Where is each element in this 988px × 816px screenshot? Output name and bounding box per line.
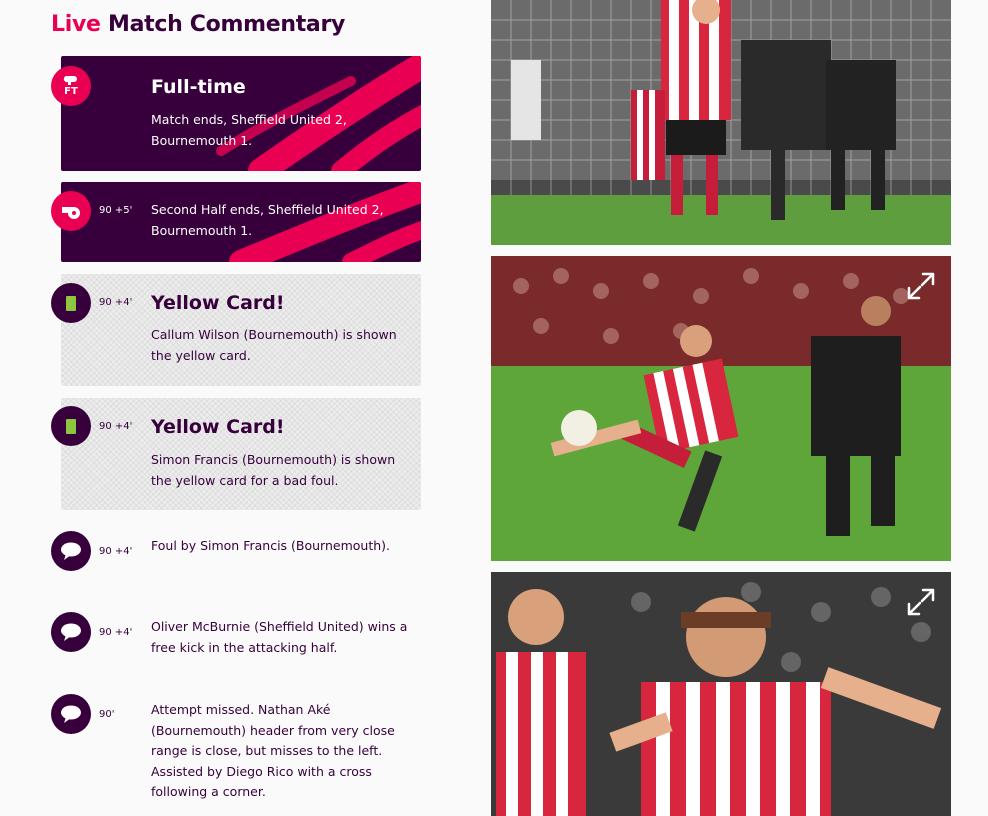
entry-minute: 90' xyxy=(99,709,115,720)
entry-heading: Yellow Card! xyxy=(151,416,285,438)
match-commentary-page: Live Match Commentary FT Full-time Match… xyxy=(0,0,988,816)
goalmouth-photo-image xyxy=(491,0,951,245)
volley-photo-image xyxy=(491,256,951,561)
expand-icon[interactable] xyxy=(905,586,937,618)
yellow-card-icon xyxy=(66,418,76,434)
match-photo-goalmouth[interactable] xyxy=(491,0,951,245)
celebration-photo-image xyxy=(491,572,951,816)
entry-minute: 90 +4' xyxy=(99,627,133,638)
entry-minute: 90 +4' xyxy=(99,297,133,308)
speech-bubble-icon xyxy=(61,705,81,723)
entry-text: Foul by Simon Francis (Bournemouth). xyxy=(151,538,391,553)
yellow-card-icon xyxy=(66,295,76,311)
full-time-whistle-badge: FT xyxy=(51,66,91,106)
title-rest: Match Commentary xyxy=(100,12,346,37)
entry-text: Second Half ends, Sheffield United 2, Bo… xyxy=(151,202,384,238)
entry-minute: 90 +5' xyxy=(99,205,133,216)
whistle-icon xyxy=(63,76,77,85)
entry-text: Attempt missed. Nathan Aké (Bournemouth)… xyxy=(151,702,395,799)
entry-text: Match ends, Sheffield United 2, Bournemo… xyxy=(151,112,347,148)
match-photo-volley[interactable] xyxy=(491,256,951,561)
entry-heading: Yellow Card! xyxy=(151,292,285,314)
speech-bubble-icon xyxy=(61,542,81,560)
yellow-card-badge xyxy=(51,283,91,323)
entry-heading: Full-time xyxy=(151,76,246,98)
entry-text: Callum Wilson (Bournemouth) is shown the… xyxy=(151,327,397,363)
comment-badge xyxy=(51,531,91,571)
whistle-icon xyxy=(62,207,80,219)
entry-minute: 90 +4' xyxy=(99,421,133,432)
yellow-card-badge xyxy=(51,406,91,446)
speech-bubble-icon xyxy=(61,623,81,641)
title-live-word: Live xyxy=(51,12,101,37)
expand-icon[interactable] xyxy=(905,270,937,302)
entry-text: Oliver McBurnie (Sheffield United) wins … xyxy=(151,619,408,655)
comment-badge xyxy=(51,694,91,734)
entry-text: Simon Francis (Bournemouth) is shown the… xyxy=(151,452,396,488)
whistle-badge xyxy=(51,191,91,231)
comment-badge xyxy=(51,612,91,652)
entry-minute: 90 +4' xyxy=(99,546,133,557)
match-photo-celebration[interactable] xyxy=(491,572,951,816)
page-title: Live Match Commentary xyxy=(51,12,345,37)
